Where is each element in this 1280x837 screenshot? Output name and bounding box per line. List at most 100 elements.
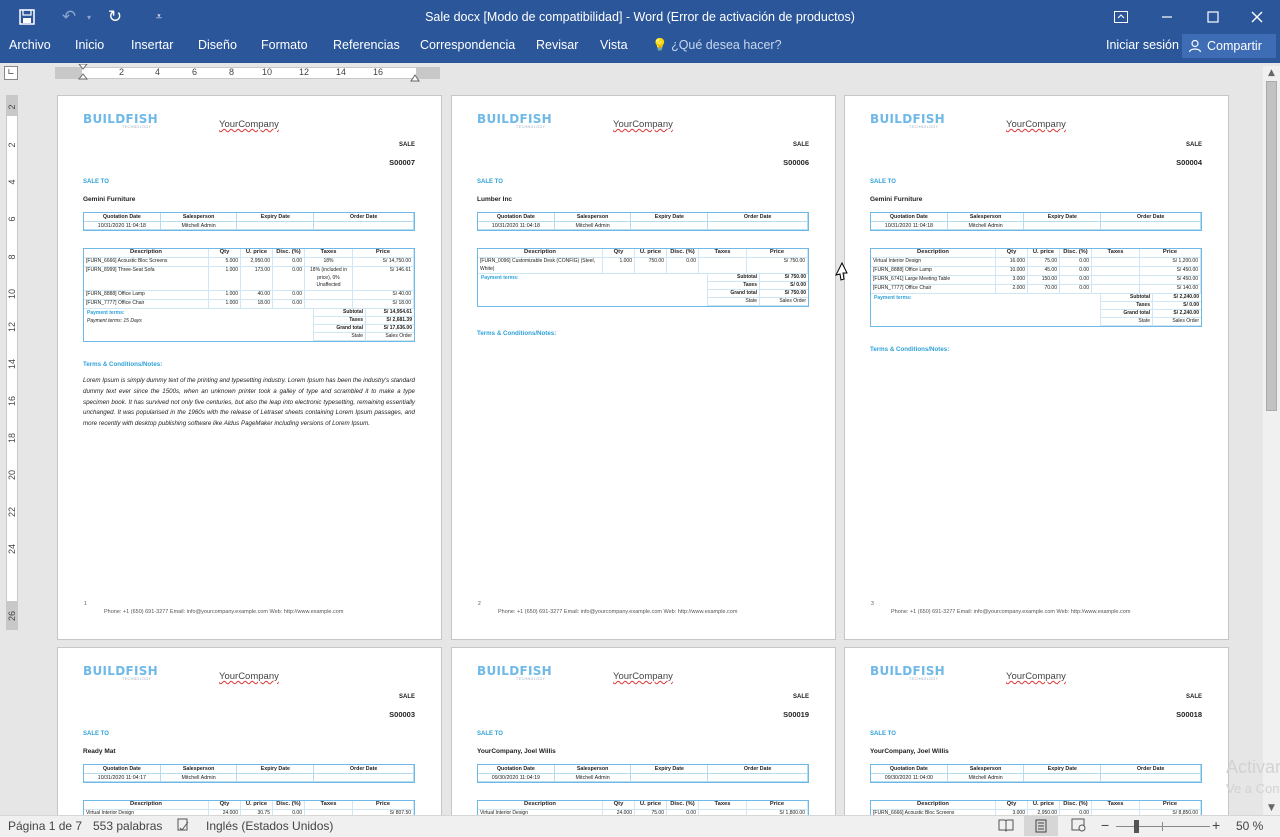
vertical-scrollbar[interactable]: ▲ ▼	[1263, 66, 1280, 815]
total-value: S/ 2,240.00	[1173, 294, 1199, 300]
totals-box: Subtotal S/ 2,240.00 Taxes S/ 0.00 Grand…	[1101, 294, 1201, 326]
total-label: State	[708, 298, 760, 306]
right-indent-marker[interactable]	[410, 72, 420, 82]
web-layout-icon[interactable]	[1071, 818, 1087, 835]
total-row: Grand total S/ 17,636.00	[314, 324, 414, 333]
company-name: YourCompany	[613, 119, 673, 130]
scrollbar-thumb[interactable]	[1266, 81, 1277, 411]
line-qty: 1.000	[209, 290, 241, 299]
logo-tagline: TECHNOLOGY	[516, 677, 546, 681]
horizontal-ruler[interactable]: 2 4 6 8 10 12 14 16	[55, 64, 440, 82]
tab-vista[interactable]: Vista	[600, 34, 628, 58]
zoom-level[interactable]: 50 %	[1236, 819, 1263, 833]
zoom-slider[interactable]	[1116, 820, 1210, 833]
company-name: YourCompany	[1006, 119, 1066, 130]
document-area[interactable]: BUILDFISH TECHNOLOGY YourCompany SALE S00007…	[0, 83, 1262, 815]
line-discount: 0.00	[1060, 276, 1092, 284]
payment-terms: Payment terms:	[478, 274, 708, 306]
watermark-line1: Activar Windows	[1226, 757, 1280, 777]
minimize-icon[interactable]	[1144, 0, 1190, 34]
document-page[interactable]: BUILDFISH TECHNOLOGY YourCompany SALE S00007…	[57, 95, 442, 640]
column-header: Disc. (%)	[1060, 801, 1092, 809]
line-discount: 0.00	[1060, 285, 1092, 293]
tab-diseno[interactable]: Diseño	[198, 34, 237, 58]
scroll-up-icon[interactable]: ▲	[1263, 66, 1280, 80]
column-header: Qty	[603, 801, 635, 809]
company-name: YourCompany	[219, 671, 279, 682]
ruler-tick: 12	[299, 67, 310, 77]
column-header: U. price	[1028, 801, 1060, 809]
zoom-out-button[interactable]: −	[1101, 817, 1109, 833]
sale-to-label: SALE TO	[83, 179, 109, 185]
sale-to-label: SALE TO	[83, 731, 109, 737]
tab-selector[interactable]: ∟	[4, 66, 18, 80]
table-row: [FURN_0096] Customizable Desk (CONFIG) (…	[478, 258, 808, 274]
total-row: Taxes S/ 2,681.39	[314, 316, 414, 325]
column-header: Disc. (%)	[667, 249, 699, 257]
indent-marker[interactable]	[78, 64, 88, 84]
quotation-date: 10/31/2020 11:04:17	[84, 773, 161, 782]
table-row: [FURN_8888] Office Lamp 10.000 45.00 0.0…	[871, 267, 1201, 276]
totals-section: Payment terms: Subtotal S/ 750.00 Taxes …	[478, 274, 808, 306]
line-price: S/ 146.61	[353, 267, 414, 290]
customize-qat-icon[interactable]: ⩡	[142, 0, 176, 34]
expiry-date	[1024, 221, 1102, 230]
redo-icon[interactable]: ↻	[98, 0, 132, 34]
tab-correspondencia[interactable]: Correspondencia	[420, 34, 515, 58]
tab-inicio[interactable]: Inicio	[75, 34, 104, 58]
column-header: Description	[871, 801, 996, 809]
order-lines-table: Description Qty U. price Disc. (%) Taxes Pric…	[477, 800, 809, 815]
tab-referencias[interactable]: Referencias	[333, 34, 400, 58]
mouse-cursor-icon	[835, 262, 848, 281]
line-discount: 0.00	[273, 258, 305, 266]
document-page[interactable]: BUILDFISH TECHNOLOGY YourCompany SALE S00003…	[57, 647, 442, 815]
tab-revisar[interactable]: Revisar	[536, 34, 578, 58]
logo-tagline: TECHNOLOGY	[909, 125, 939, 129]
terms-text[interactable]: Lorem Ipsum is simply dummy text of the …	[83, 376, 415, 430]
terms-heading: Terms & Conditions/Notes:	[477, 330, 557, 337]
zoom-thumb[interactable]	[1134, 820, 1140, 833]
info-header: Salesperson	[947, 765, 1025, 774]
save-icon[interactable]	[10, 0, 44, 34]
document-page[interactable]: BUILDFISH TECHNOLOGY YourCompany SALE S00019…	[451, 647, 836, 815]
total-row: Grand total S/ 750.00	[708, 290, 808, 298]
column-header: Disc. (%)	[273, 801, 305, 809]
sale-label: SALE	[1185, 694, 1202, 700]
scroll-down-icon[interactable]: ▼	[1263, 801, 1280, 815]
quotation-date: 10/31/2020 11:04:18	[478, 221, 555, 230]
share-button[interactable]: Compartir	[1182, 34, 1276, 58]
expiry-date	[237, 773, 315, 782]
quotation-date: 09/30/2020 11:04:19	[478, 773, 555, 782]
close-icon[interactable]	[1234, 0, 1280, 34]
word-count[interactable]: 553 palabras	[93, 819, 162, 833]
tab-insertar[interactable]: Insertar	[131, 34, 173, 58]
table-row: [FURN_8888] Office Lamp 1.000 40.00 0.00…	[84, 290, 414, 300]
maximize-icon[interactable]	[1190, 0, 1236, 34]
document-page[interactable]: BUILDFISH TECHNOLOGY YourCompany SALE S00018…	[844, 647, 1229, 815]
line-price: S/ 450.00	[1140, 267, 1201, 275]
tab-formato[interactable]: Formato	[261, 34, 308, 58]
zoom-in-button[interactable]: +	[1212, 817, 1220, 833]
proofing-icon[interactable]	[175, 817, 191, 836]
word-window: ↶ ▾ ↻ ⩡ Sale docx [Modo de compatibilida…	[0, 0, 1280, 837]
document-page[interactable]: BUILDFISH TECHNOLOGY YourCompany SALE S00006…	[451, 95, 836, 640]
tab-archivo[interactable]: Archivo	[9, 34, 51, 58]
order-date	[314, 773, 414, 782]
print-layout-icon[interactable]	[1024, 816, 1058, 836]
order-date	[1101, 773, 1201, 782]
read-mode-icon[interactable]	[998, 818, 1014, 835]
page-number: 2	[478, 601, 481, 607]
page-count[interactable]: Página 1 de 7	[8, 819, 82, 833]
signin-link[interactable]: Iniciar sesión	[1106, 34, 1179, 58]
info-header: Expiry Date	[1024, 765, 1102, 774]
info-header: Quotation Date	[871, 213, 948, 222]
language-status[interactable]: Inglés (Estados Unidos)	[206, 819, 333, 833]
ribbon-display-icon[interactable]	[1098, 0, 1144, 34]
document-page[interactable]: BUILDFISH TECHNOLOGY YourCompany SALE S00004…	[844, 95, 1229, 640]
tell-me-search[interactable]: 💡 ¿Qué desea hacer?	[652, 34, 782, 58]
share-label: Compartir	[1207, 39, 1262, 53]
info-header: Quotation Date	[478, 213, 555, 222]
line-unit-price: 40.00	[241, 290, 273, 299]
column-header: Qty	[209, 249, 241, 257]
order-info-table: Quotation Date Salesperson Expiry Date Orde…	[477, 212, 809, 231]
